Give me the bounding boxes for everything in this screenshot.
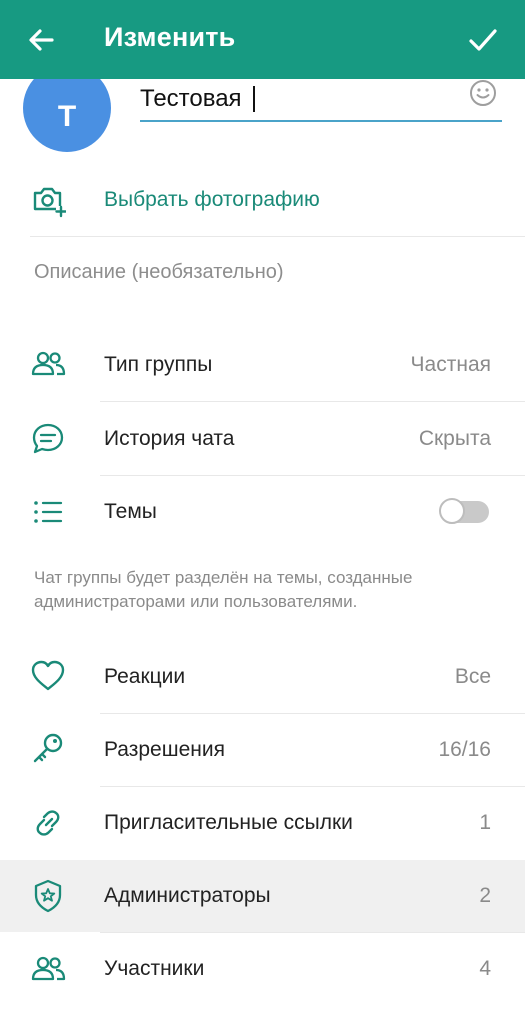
heart-icon	[31, 660, 65, 691]
group-icon	[31, 351, 66, 376]
members-row[interactable]: Участники 4	[0, 933, 525, 1005]
group-type-value: Частная	[410, 353, 491, 376]
chat-history-label: История чата	[104, 427, 235, 450]
description-input[interactable]: Описание (необязательно)	[34, 261, 284, 284]
emoji-icon[interactable]	[468, 78, 498, 108]
topics-toggle[interactable]	[439, 498, 489, 524]
app-bar: Изменить	[0, 0, 525, 79]
permissions-row[interactable]: Разрешения 16/16	[0, 714, 525, 786]
chat-history-value: Скрыта	[418, 427, 491, 450]
chat-history-row[interactable]: История чата Скрыта	[0, 402, 525, 475]
invite-links-value: 1	[479, 811, 491, 834]
invite-links-row[interactable]: Пригласительные ссылки 1	[0, 787, 525, 859]
chat-bubble-icon	[32, 423, 64, 454]
toggle-knob	[439, 498, 465, 524]
name-underline	[140, 120, 502, 122]
group-type-label: Тип группы	[104, 353, 213, 376]
reactions-row[interactable]: Реакции Все	[0, 640, 525, 713]
page-title: Изменить	[104, 22, 236, 52]
administrators-value: 2	[479, 884, 491, 907]
camera-add-icon	[33, 187, 66, 218]
avatar-letter: Т	[57, 100, 77, 133]
topics-hint: Чат группы будет разделён на темы, созда…	[34, 568, 413, 611]
invite-links-label: Пригласительные ссылки	[104, 811, 353, 834]
members-value: 4	[479, 957, 491, 980]
key-icon	[33, 733, 63, 763]
topics-label: Темы	[104, 500, 157, 523]
reactions-label: Реакции	[104, 665, 186, 688]
reactions-value: Все	[454, 665, 491, 688]
group-type-row[interactable]: Тип группы Частная	[0, 328, 525, 401]
list-icon	[34, 501, 63, 523]
permissions-label: Разрешения	[104, 738, 225, 761]
choose-photo-label: Выбрать фотографию	[104, 188, 320, 211]
checkmark-icon[interactable]	[463, 20, 503, 60]
back-arrow-icon[interactable]	[22, 20, 62, 60]
group-icon	[31, 956, 66, 981]
shield-star-icon	[34, 879, 62, 913]
text-caret	[253, 86, 255, 112]
group-name-input[interactable]	[140, 82, 460, 116]
members-label: Участники	[104, 957, 205, 980]
choose-photo-button[interactable]: Выбрать фотографию	[0, 164, 525, 236]
administrators-row[interactable]: Администраторы 2	[0, 860, 525, 932]
administrators-label: Администраторы	[104, 884, 271, 907]
permissions-value: 16/16	[438, 738, 491, 761]
divider	[30, 236, 525, 237]
link-icon	[36, 810, 60, 836]
